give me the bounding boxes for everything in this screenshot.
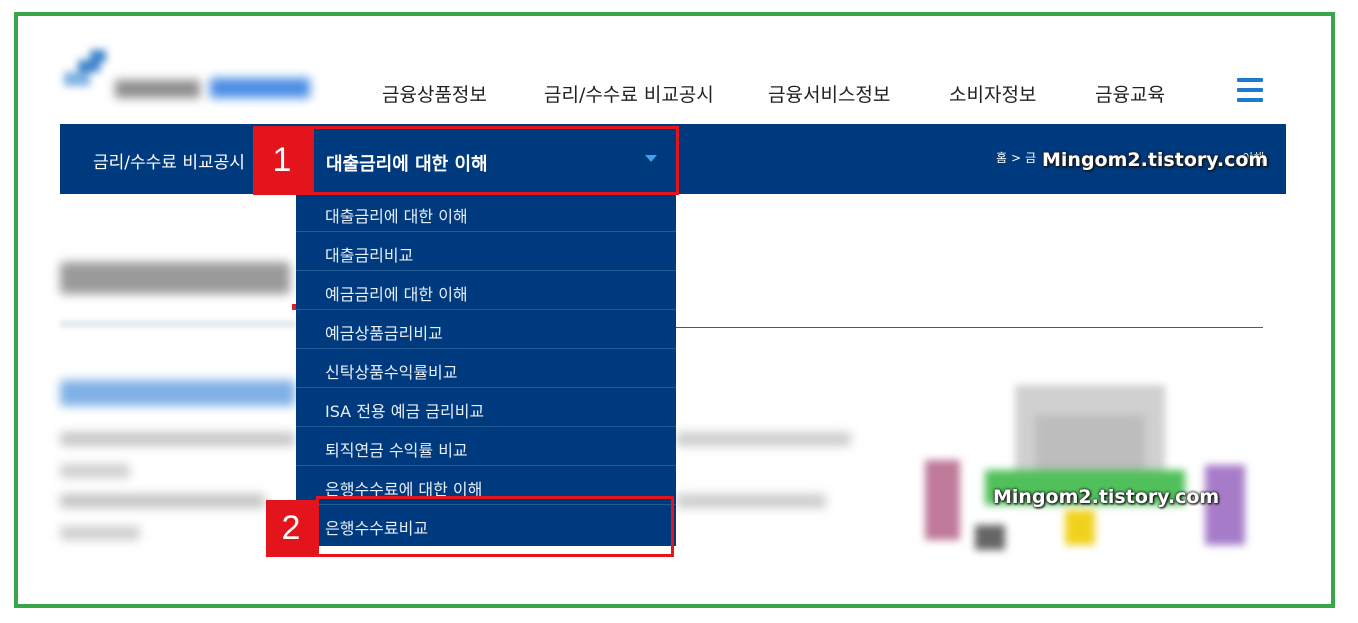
dropdown-item-label: 대출금리비교	[325, 246, 414, 265]
dropdown-item-pension-return-compare[interactable]: 퇴직연금 수익률 비교	[296, 428, 676, 466]
highlight-box-step2	[316, 496, 674, 557]
section-title[interactable]: 금리/수수료 비교공시	[93, 148, 245, 173]
heading-underline	[60, 320, 296, 328]
breadcrumb-current: 이해	[1242, 151, 1265, 165]
nav-item-consumer-info[interactable]: 소비자정보	[949, 80, 1036, 107]
nav-item-financial-education[interactable]: 금융교육	[1095, 80, 1165, 107]
breadcrumb-separator: >	[1011, 151, 1022, 165]
dropdown-item-isa-rate-compare[interactable]: ISA 전용 예금 금리비교	[296, 389, 676, 427]
highlight-box-step1	[311, 126, 679, 195]
dropdown-item-label: ISA 전용 예금 금리비교	[325, 402, 485, 421]
dropdown-item-label: 신탁상품수익률비교	[325, 363, 458, 382]
paragraph-line-blurred	[60, 494, 265, 508]
page-heading-blurred	[60, 262, 290, 294]
paragraph-line-blurred	[676, 432, 851, 446]
dropdown-item-deposit-rate-info[interactable]: 예금금리에 대한 이해	[296, 272, 676, 310]
paragraph-line-blurred	[60, 432, 295, 446]
dropdown-item-label: 대출금리에 대한 이해	[325, 207, 468, 226]
paragraph-line-blurred	[60, 464, 130, 478]
dropdown-item-label: 예금상품금리비교	[325, 324, 443, 343]
section-divider	[676, 327, 1263, 328]
subheading-blurred	[60, 380, 295, 406]
breadcrumb-item[interactable]: 금	[1025, 151, 1036, 165]
dropdown-item-label: 퇴직연금 수익률 비교	[325, 441, 468, 460]
nav-item-financial-products[interactable]: 금융상품정보	[382, 80, 487, 107]
dropdown-item-trust-return-compare[interactable]: 신탁상품수익률비교	[296, 350, 676, 388]
step-badge-1: 1	[253, 126, 311, 195]
breadcrumb: 홈 > 금 이해	[996, 149, 1264, 166]
submenu-dropdown: 대출금리에 대한 이해 대출금리비교 예금금리에 대한 이해 예금상품금리비교 …	[296, 194, 676, 546]
nav-item-financial-services[interactable]: 금융서비스정보	[768, 80, 890, 107]
step-badge-2: 2	[266, 500, 316, 557]
menu-icon[interactable]	[1237, 78, 1263, 102]
dropdown-item-label: 예금금리에 대한 이해	[325, 285, 468, 304]
dropdown-item-loan-rate-info[interactable]: 대출금리에 대한 이해	[296, 194, 676, 232]
paragraph-line-blurred	[60, 526, 140, 540]
bank-illustration	[915, 375, 1265, 565]
dropdown-item-deposit-product-compare[interactable]: 예금상품금리비교	[296, 311, 676, 349]
nav-item-rate-fee-comparison[interactable]: 금리/수수료 비교공시	[544, 80, 714, 107]
home-icon[interactable]: 홈	[996, 149, 1007, 166]
paragraph-line-blurred	[676, 494, 826, 508]
global-nav: 금융상품정보 금리/수수료 비교공시 금융서비스정보 소비자정보 금융교육	[0, 80, 1358, 110]
dropdown-item-loan-rate-compare[interactable]: 대출금리비교	[296, 233, 676, 271]
